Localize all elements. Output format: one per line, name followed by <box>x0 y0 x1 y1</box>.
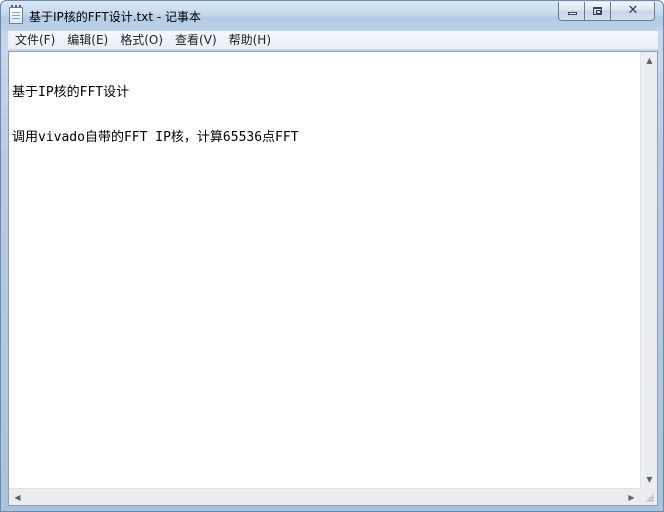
scroll-down-icon[interactable]: ▼ <box>641 471 658 488</box>
horizontal-scrollbar[interactable]: ◀ ▶ <box>9 488 640 505</box>
scroll-left-icon[interactable]: ◀ <box>9 489 26 506</box>
minimize-icon <box>568 12 577 15</box>
menu-file[interactable]: 文件(F) <box>8 31 61 50</box>
notepad-window: 基于IP核的FFT设计.txt - 记事本 ✕ 文件(F) 编辑(E) 格式(O… <box>0 0 664 512</box>
close-button[interactable]: ✕ <box>611 2 655 21</box>
window-title: 基于IP核的FFT设计.txt - 记事本 <box>29 10 201 24</box>
menu-format[interactable]: 格式(O) <box>114 31 169 50</box>
menu-bar: 文件(F) 编辑(E) 格式(O) 查看(V) 帮助(H) <box>8 31 658 50</box>
editor-line: 基于IP核的FFT设计 <box>12 85 130 100</box>
scroll-right-icon[interactable]: ▶ <box>623 489 640 506</box>
menu-help[interactable]: 帮助(H) <box>223 31 277 50</box>
text-editor[interactable]: 基于IP核的FFT设计 调用vivado自带的FFT IP核，计算65536点F… <box>8 51 658 506</box>
scroll-up-icon[interactable]: ▲ <box>641 52 658 69</box>
close-icon: ✕ <box>627 3 639 18</box>
editor-text[interactable]: 基于IP核的FFT设计 调用vivado自带的FFT IP核，计算65536点F… <box>12 55 637 175</box>
menu-view[interactable]: 查看(V) <box>169 31 223 50</box>
maximize-icon <box>593 7 602 15</box>
title-bar[interactable]: 基于IP核的FFT设计.txt - 记事本 ✕ <box>1 1 663 31</box>
caption-buttons: ✕ <box>558 2 655 21</box>
notepad-icon[interactable] <box>9 5 23 24</box>
menu-edit[interactable]: 编辑(E) <box>61 31 114 50</box>
minimize-button[interactable] <box>558 2 585 21</box>
size-grip-icon[interactable] <box>640 488 657 505</box>
editor-line: 调用vivado自带的FFT IP核，计算65536点FFT <box>12 130 299 145</box>
maximize-button[interactable] <box>585 2 611 21</box>
vertical-scrollbar[interactable]: ▲ ▼ <box>640 52 657 488</box>
